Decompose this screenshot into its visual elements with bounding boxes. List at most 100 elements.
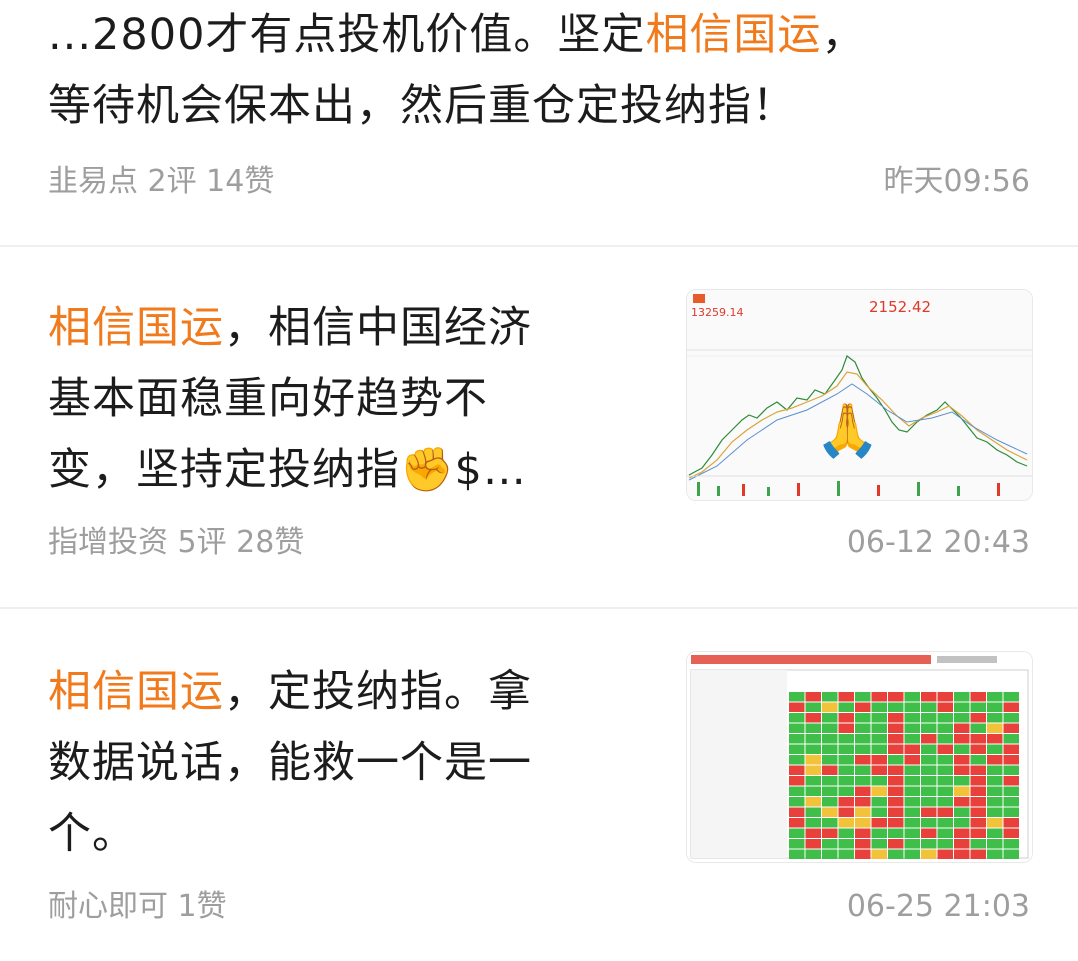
heatmap-cell xyxy=(904,807,920,817)
heatmap-cell xyxy=(871,797,887,807)
heatmap-cell xyxy=(888,723,904,733)
heatmap-cell xyxy=(871,839,887,849)
heatmap-cell xyxy=(1003,692,1019,702)
heatmap-cell xyxy=(789,744,805,754)
heatmap-cell xyxy=(1003,765,1019,775)
heatmap-cell xyxy=(871,734,887,744)
heatmap-cell xyxy=(921,723,937,733)
heatmap-cell xyxy=(1003,807,1019,817)
post-3[interactable]: 相信国运，定投纳指。拿 数据说话，能救一个是一 个。 耐心即可 1赞 06-25… xyxy=(0,609,1078,961)
heatmap-cell xyxy=(855,734,871,744)
post-feed: ...2800才有点投机价值。坚定相信国运， 等待机会保本出，然后重仓定投纳指！… xyxy=(0,0,1078,961)
heatmap-cell xyxy=(937,744,953,754)
heatmap-cell xyxy=(937,692,953,702)
heatmap-cell xyxy=(855,828,871,838)
topic-tag[interactable]: 相信国运 xyxy=(48,667,224,717)
heatmap-cell xyxy=(921,744,937,754)
heatmap-cell xyxy=(855,723,871,733)
heatmap-cell xyxy=(937,797,953,807)
heatmap-cell xyxy=(805,797,821,807)
price-left: 13259.14 xyxy=(691,306,744,319)
heatmap-cell xyxy=(838,765,854,775)
heatmap-cell xyxy=(954,734,970,744)
heatmap-cell xyxy=(871,786,887,796)
post-text: 相信国运，相信中国经济 基本面稳重向好趋势不 变，坚持定投纳指✊$… xyxy=(48,303,532,495)
table-thumbnail[interactable] xyxy=(686,651,1033,863)
heatmap-cell xyxy=(888,786,904,796)
heatmap-cell xyxy=(789,776,805,786)
heatmap-cell xyxy=(954,839,970,849)
heatmap-cell xyxy=(838,828,854,838)
heatmap-cell xyxy=(987,713,1003,723)
heatmap-cell xyxy=(805,723,821,733)
heatmap-cell xyxy=(987,723,1003,733)
heatmap-cell xyxy=(970,744,986,754)
heatmap-cell xyxy=(921,797,937,807)
post-time: 06-25 21:03 xyxy=(846,889,1030,924)
author-name[interactable]: 韭易点 xyxy=(48,164,138,199)
heatmap-cell xyxy=(805,776,821,786)
heatmap-cell xyxy=(855,765,871,775)
heatmap-cell xyxy=(838,755,854,765)
heatmap-cell xyxy=(822,839,838,849)
heatmap-cell xyxy=(1003,828,1019,838)
heatmap-cell xyxy=(822,744,838,754)
heatmap-cell xyxy=(888,807,904,817)
heatmap-cell xyxy=(805,849,821,859)
heatmap-cell xyxy=(921,818,937,828)
heatmap-cell xyxy=(822,692,838,702)
heatmap-cell xyxy=(970,828,986,838)
post-stats: 5评 28赞 xyxy=(177,525,305,560)
author-name[interactable]: 指增投资 xyxy=(48,525,168,560)
price-right: 2152.42 xyxy=(869,298,931,316)
heatmap-cell xyxy=(904,765,920,775)
author-name[interactable]: 耐心即可 xyxy=(48,889,168,924)
heatmap-cell xyxy=(904,692,920,702)
heatmap-table-image xyxy=(687,652,1032,862)
heatmap-cell xyxy=(904,723,920,733)
heatmap-cell xyxy=(888,702,904,712)
heatmap-cell xyxy=(937,818,953,828)
heatmap-cell xyxy=(937,734,953,744)
heatmap-cell xyxy=(1003,849,1019,859)
heatmap-cell xyxy=(871,744,887,754)
heatmap-cell xyxy=(822,713,838,723)
heatmap-cell xyxy=(822,818,838,828)
heatmap-cell xyxy=(888,776,904,786)
heatmap-cell xyxy=(921,692,937,702)
heatmap-cell xyxy=(805,755,821,765)
heatmap-cell xyxy=(987,797,1003,807)
heatmap-cell xyxy=(987,744,1003,754)
heatmap-cell xyxy=(789,849,805,859)
heatmap-cell xyxy=(789,734,805,744)
heatmap-cell xyxy=(970,755,986,765)
heatmap-cell xyxy=(871,692,887,702)
post-1[interactable]: ...2800才有点投机价值。坚定相信国运， 等待机会保本出，然后重仓定投纳指！… xyxy=(0,0,1078,246)
chart-thumbnail[interactable]: 13259.14 2152.42 🙏 xyxy=(686,289,1033,501)
heatmap-cell xyxy=(921,807,937,817)
post-2[interactable]: 相信国运，相信中国经济 基本面稳重向好趋势不 变，坚持定投纳指✊$… 13259… xyxy=(0,247,1078,607)
heatmap-cell xyxy=(987,849,1003,859)
heatmap-cell xyxy=(937,765,953,775)
heatmap-cell xyxy=(954,765,970,775)
heatmap-cell xyxy=(838,734,854,744)
heatmap-cell xyxy=(871,765,887,775)
stock-chart-image: 13259.14 2152.42 🙏 xyxy=(687,290,1032,500)
heatmap-cell xyxy=(970,713,986,723)
heatmap-cell xyxy=(822,734,838,744)
heatmap-cell xyxy=(822,797,838,807)
heatmap-cell xyxy=(855,818,871,828)
heatmap-cell xyxy=(888,755,904,765)
topic-tag[interactable]: 相信国运 xyxy=(48,303,224,353)
heatmap-cell xyxy=(904,755,920,765)
topic-tag[interactable]: 相信国运 xyxy=(645,10,821,60)
heatmap-cell xyxy=(937,713,953,723)
heatmap-cell xyxy=(838,797,854,807)
heatmap-cell xyxy=(855,786,871,796)
heatmap-cell xyxy=(838,776,854,786)
heatmap-cell xyxy=(838,818,854,828)
heatmap-cell xyxy=(871,755,887,765)
heatmap-cell xyxy=(904,776,920,786)
heatmap-cell xyxy=(789,797,805,807)
heatmap-cell xyxy=(888,828,904,838)
